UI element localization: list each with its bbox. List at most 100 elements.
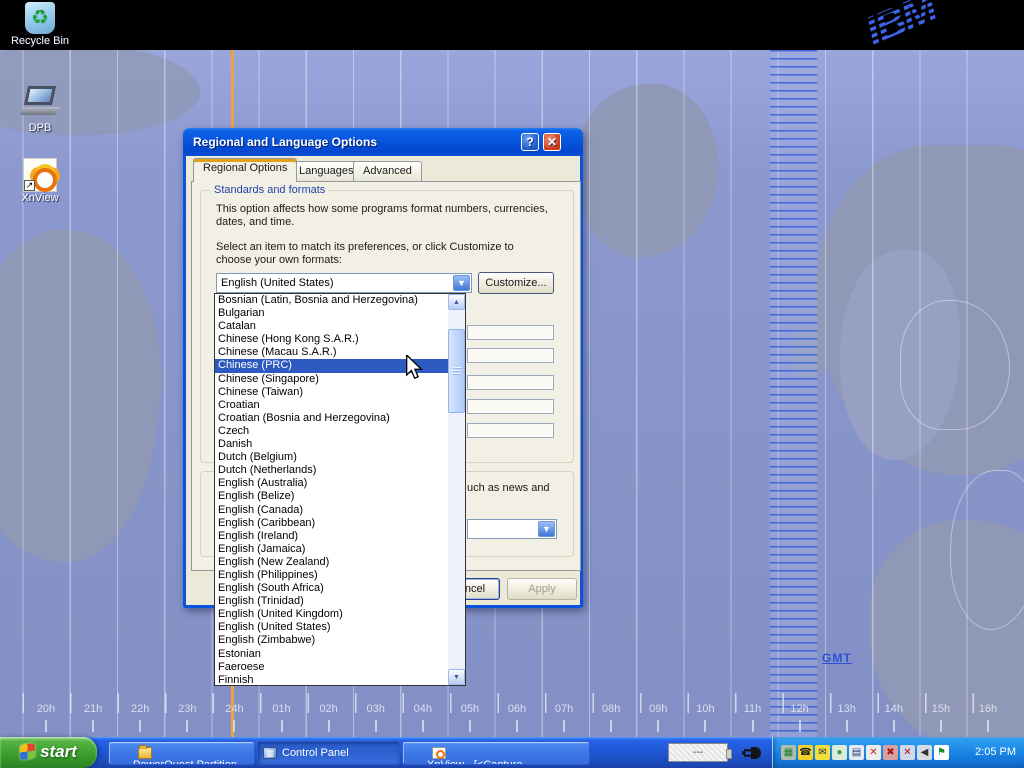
language-list-item[interactable]: English (Caribbean) <box>215 517 449 530</box>
language-list-item[interactable]: English (Canada) <box>215 504 449 517</box>
language-list-item[interactable]: Czech <box>215 425 449 438</box>
customize-button[interactable]: Customize... <box>478 272 554 294</box>
hour-label: 09h <box>636 703 680 715</box>
apply-button[interactable]: Apply <box>507 578 577 600</box>
hour-tick <box>469 720 471 732</box>
hour-label: 06h <box>495 703 539 715</box>
language-list-item[interactable]: English (Jamaica) <box>215 543 449 556</box>
ac-plug-icon <box>742 746 762 765</box>
language-list-item[interactable]: English (Belize) <box>215 490 449 503</box>
language-list-item[interactable]: English (Zimbabwe) <box>215 634 449 647</box>
language-list-item[interactable]: English (United Kingdom) <box>215 608 449 621</box>
hour-label: 23h <box>165 703 209 715</box>
language-list-item[interactable]: English (Philippines) <box>215 569 449 582</box>
ibm-logo: IBM <box>858 0 942 56</box>
language-list-item[interactable]: English (Trinidad) <box>215 595 449 608</box>
pcmcia-eject-icon[interactable]: ▦ <box>781 745 796 760</box>
scroll-up-button[interactable]: ▲ <box>448 294 465 310</box>
taskbar-clock[interactable]: 2:05 PM <box>975 737 1016 768</box>
language-list-item[interactable]: Estonian <box>215 648 449 661</box>
network-places-icon[interactable]: ▤ <box>849 745 864 760</box>
hour-tick <box>940 720 942 732</box>
language-list-item[interactable]: Faeroese <box>215 661 449 674</box>
formats-instruction-text: Select an item to match its preferences,… <box>216 241 552 267</box>
language-list-item[interactable]: English (Ireland) <box>215 530 449 543</box>
task-powerquest[interactable]: PowerQuest Partition... <box>108 741 255 765</box>
start-button[interactable]: start <box>0 737 97 768</box>
language-list-item[interactable]: Bulgarian <box>215 307 449 320</box>
language-list-item[interactable]: Croatian (Bosnia and Herzegovina) <box>215 412 449 425</box>
messenger-offline-icon[interactable]: ● <box>832 745 847 760</box>
taskbar: start PowerQuest Partition... ▦Control Pa… <box>0 737 1024 768</box>
language-list-item[interactable]: Chinese (Taiwan) <box>215 386 449 399</box>
current-time-line <box>231 50 234 128</box>
xnview-label: XnView <box>6 192 74 204</box>
language-list-item[interactable]: Chinese (Hong Kong S.A.R.) <box>215 333 449 346</box>
tab-advanced[interactable]: Advanced <box>353 161 422 182</box>
shortcut-arrow-icon: ↗ <box>24 180 35 191</box>
language-list-scrollbar[interactable]: ▲ ▼ <box>448 294 465 685</box>
hour-label: 05h <box>448 703 492 715</box>
signal-disconnected-icon[interactable]: ✕ <box>866 745 881 760</box>
language-list-item[interactable]: English (South Africa) <box>215 582 449 595</box>
dialog-title-bar[interactable]: Regional and Language Options ? ✕ <box>183 128 583 156</box>
hour-label: 03h <box>354 703 398 715</box>
formats-description-text: This option affects how some programs fo… <box>216 203 552 229</box>
hour-tick <box>704 720 706 732</box>
gmt-meridian-band <box>770 50 817 737</box>
task-xnview[interactable]: XnView - [<Capture-... <box>402 741 590 765</box>
hour-tick <box>92 720 94 732</box>
formats-combobox-value: English (United States) <box>221 277 334 289</box>
chevron-down-icon[interactable]: ▼ <box>538 521 555 537</box>
scroll-down-button[interactable]: ▼ <box>448 669 465 685</box>
hour-tick <box>422 720 424 732</box>
group-label: Standards and formats <box>210 184 329 196</box>
task-control-panel[interactable]: ▦Control Panel <box>257 741 400 765</box>
tab-regional-options[interactable]: Regional Options <box>193 158 297 182</box>
desktop-icon-xnview[interactable]: ↗ XnView <box>6 158 74 204</box>
language-list-item[interactable]: Finnish <box>215 674 449 685</box>
hour-tick <box>375 720 377 732</box>
hour-tick <box>186 720 188 732</box>
mail-notify-icon[interactable]: ✉ <box>815 745 830 760</box>
desktop-icon-dpb[interactable]: DPB <box>6 82 74 134</box>
task-label: XnView - [<Capture-... <box>427 759 535 765</box>
formats-combobox[interactable]: English (United States) ▼ <box>216 273 472 293</box>
language-list-item[interactable]: Catalan <box>215 320 449 333</box>
scrollbar-thumb[interactable] <box>448 329 465 413</box>
language-list-item[interactable]: Danish <box>215 438 449 451</box>
help-button[interactable]: ? <box>521 133 539 151</box>
task-label: PowerQuest Partition... <box>133 759 246 765</box>
hour-tick <box>563 720 565 732</box>
chevron-down-icon[interactable]: ▼ <box>453 275 470 291</box>
close-button[interactable]: ✕ <box>543 133 561 151</box>
wallpaper-top-bar: ♻ Recycle Bin IBM <box>0 0 1024 50</box>
language-list-item[interactable]: Bosnian (Latin, Bosnia and Herzegovina) <box>215 294 449 307</box>
hour-label: 08h <box>589 703 633 715</box>
location-combobox[interactable]: ▼ <box>467 519 557 539</box>
system-tray: ▦☎✉●▤✕✖✕◀⚑ 2:05 PM <box>772 737 1024 768</box>
volume-icon[interactable]: ◀ <box>917 745 932 760</box>
hour-tick <box>893 720 895 732</box>
language-list-item[interactable]: Dutch (Netherlands) <box>215 464 449 477</box>
display-disconnected-icon[interactable]: ✕ <box>900 745 915 760</box>
sample-short-date-field <box>467 399 554 414</box>
removable-device-flag-icon[interactable]: ⚑ <box>934 745 949 760</box>
language-list-item[interactable]: English (United States) <box>215 621 449 634</box>
language-list-item[interactable]: English (Australia) <box>215 477 449 490</box>
language-list-item[interactable]: English (New Zealand) <box>215 556 449 569</box>
language-list-item[interactable]: Croatian <box>215 399 449 412</box>
recycle-bin-icon: ♻ <box>25 2 55 34</box>
hour-label: 12h <box>778 703 822 715</box>
desktop-icon-recycle-bin[interactable]: ♻ Recycle Bin <box>8 2 72 47</box>
language-list-items: Bosnian (Latin, Bosnia and Herzegovina)B… <box>215 294 449 685</box>
laptop-icon <box>20 82 60 122</box>
phone-dialer-icon[interactable]: ☎ <box>798 745 813 760</box>
hour-tick <box>610 720 612 732</box>
hour-label: 22h <box>118 703 162 715</box>
hour-tick <box>516 720 518 732</box>
battery-meter[interactable]: --- <box>668 743 728 762</box>
language-list-item[interactable]: Dutch (Belgium) <box>215 451 449 464</box>
mouse-cursor <box>404 355 424 384</box>
device-error-icon[interactable]: ✖ <box>883 745 898 760</box>
